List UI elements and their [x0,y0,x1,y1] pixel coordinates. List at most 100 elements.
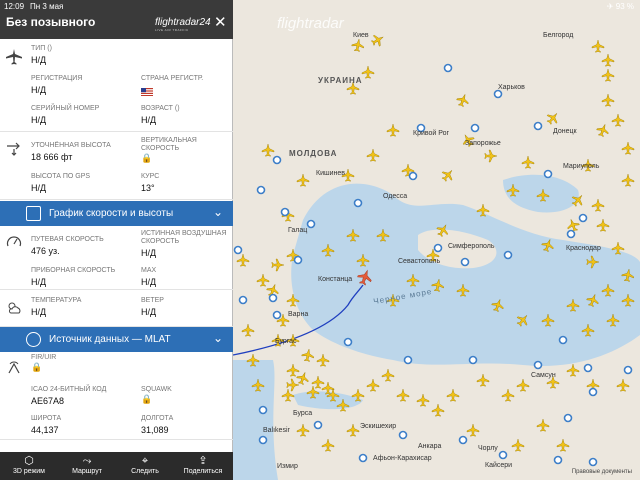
airport-pin-icon[interactable] [306,219,316,229]
aircraft-icon[interactable] [416,393,430,407]
aircraft-icon[interactable] [476,373,490,387]
aircraft-icon[interactable] [431,403,445,417]
aircraft-icon[interactable] [616,378,630,392]
airport-pin-icon[interactable] [458,435,468,445]
route-button[interactable]: ⤳ Маршрут [58,454,116,475]
airport-pin-icon[interactable] [468,355,478,365]
airport-pin-icon[interactable] [398,430,408,440]
aircraft-icon[interactable] [346,423,360,437]
airport-pin-icon[interactable] [566,229,576,239]
airport-pin-icon[interactable] [280,207,290,217]
aircraft-icon[interactable] [596,218,610,232]
airport-pin-icon[interactable] [343,337,353,347]
airport-pin-icon[interactable] [533,360,543,370]
aircraft-icon[interactable] [484,149,498,163]
aircraft-icon[interactable] [286,363,300,377]
airport-pin-icon[interactable] [293,255,303,265]
airport-pin-icon[interactable] [258,405,268,415]
aircraft-icon[interactable] [591,198,605,212]
aircraft-icon[interactable] [311,375,325,389]
airport-pin-icon[interactable] [493,89,503,99]
airport-pin-icon[interactable] [272,310,282,320]
lock-icon[interactable]: 🔒 [31,362,56,373]
aircraft-icon[interactable] [601,68,615,82]
aircraft-icon[interactable] [295,370,310,386]
airport-pin-icon[interactable] [460,257,470,267]
aircraft-icon[interactable] [439,167,456,184]
aircraft-icon[interactable] [595,122,610,138]
airport-pin-icon[interactable] [588,457,598,467]
aircraft-icon[interactable] [296,173,310,187]
aircraft-icon[interactable] [621,173,635,187]
aircraft-icon[interactable] [396,388,410,402]
airport-pin-icon[interactable] [408,171,418,181]
aircraft-icon[interactable] [271,258,285,272]
data-source-toggle[interactable]: Источник данных — MLAT ⌄ [0,327,233,352]
airport-pin-icon[interactable] [272,155,282,165]
aircraft-icon[interactable] [286,378,300,392]
airport-pin-icon[interactable] [443,63,453,73]
follow-button[interactable]: ⌖ Следить [116,454,174,475]
airport-pin-icon[interactable] [353,198,363,208]
aircraft-icon[interactable] [536,418,550,432]
aircraft-icon[interactable] [301,348,315,362]
aircraft-icon[interactable] [351,38,365,52]
aircraft-icon[interactable] [591,39,605,53]
airport-pin-icon[interactable] [233,245,243,255]
lock-icon[interactable]: 🔒 [141,153,229,164]
speed-altitude-graph-toggle[interactable]: График скорости и высоты ⌄ [0,201,233,226]
close-icon[interactable]: ✕ [214,13,227,31]
flight-map[interactable]: flightradar УКРАИНА МОЛДОВА Черное море … [233,0,640,480]
aircraft-icon[interactable] [466,423,480,437]
aircraft-icon[interactable] [621,141,635,155]
airport-pin-icon[interactable] [553,455,563,465]
aircraft-icon[interactable] [236,253,250,267]
aircraft-icon[interactable] [611,113,625,127]
airport-pin-icon[interactable] [498,450,508,460]
lock-icon[interactable]: 🔒 [141,394,172,405]
aircraft-icon[interactable] [516,378,530,392]
aircraft-icon[interactable] [455,92,470,108]
aircraft-icon[interactable] [241,323,255,337]
aircraft-icon[interactable] [370,32,387,49]
aircraft-icon[interactable] [566,363,580,377]
airport-pin-icon[interactable] [470,123,480,133]
airport-pin-icon[interactable] [313,420,323,430]
aircraft-icon[interactable] [446,388,460,402]
aircraft-icon[interactable] [601,53,615,67]
aircraft-icon[interactable] [601,93,615,107]
aircraft-icon[interactable] [321,438,335,452]
aircraft-icon[interactable] [521,155,535,169]
airport-pin-icon[interactable] [533,121,543,131]
aircraft-icon[interactable] [366,148,380,162]
airport-pin-icon[interactable] [238,295,248,305]
aircraft-icon[interactable] [256,273,270,287]
aircraft-icon[interactable] [361,65,375,79]
aircraft-icon[interactable] [366,378,380,392]
airport-pin-icon[interactable] [433,243,443,253]
airport-pin-icon[interactable] [503,250,513,260]
aircraft-icon[interactable] [501,388,515,402]
aircraft-icon[interactable] [261,143,275,157]
aircraft-icon[interactable] [381,368,395,382]
airport-pin-icon[interactable] [268,293,278,303]
airport-pin-icon[interactable] [583,363,593,373]
airport-pin-icon[interactable] [588,387,598,397]
aircraft-icon[interactable] [544,110,561,127]
aircraft-icon[interactable] [386,123,400,137]
aircraft-icon[interactable] [556,438,570,452]
airport-pin-icon[interactable] [256,185,266,195]
legal-link[interactable]: Правовые документы [572,469,632,475]
aircraft-icon[interactable] [296,423,310,437]
3d-mode-button[interactable]: ⬡ 3D режим [0,454,58,475]
aircraft-icon[interactable] [316,353,330,367]
airport-pin-icon[interactable] [623,365,633,375]
airport-pin-icon[interactable] [258,435,268,445]
airport-pin-icon[interactable] [563,413,573,423]
aircraft-icon[interactable] [511,438,525,452]
airport-pin-icon[interactable] [543,169,553,179]
share-button[interactable]: ⇪ Поделиться [174,454,232,475]
airport-pin-icon[interactable] [358,453,368,463]
airport-pin-icon[interactable] [403,355,413,365]
airport-pin-icon[interactable] [558,335,568,345]
